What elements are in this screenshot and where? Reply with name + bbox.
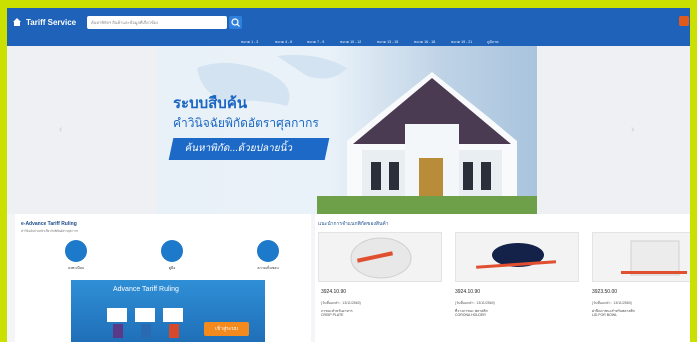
document-icon[interactable] (65, 240, 87, 262)
nav-item[interactable]: หมวด 1 - 3 (241, 39, 258, 45)
book-icon[interactable] (161, 240, 183, 262)
tariff-code[interactable]: 3923.50.00 (592, 289, 617, 295)
brand-logo[interactable]: Tariff Service (12, 15, 76, 29)
ruling-date: (วันที่ออกคำ : 13/11/2560) (592, 301, 632, 305)
panel-title: แนะนำการจำแนกพิกัดของสินค้า (318, 221, 389, 227)
icon-label: ความเห็นชอบ (257, 266, 279, 270)
promo-title: Advance Tariff Ruling (113, 286, 179, 293)
nav-item[interactable]: หมวด 19 - 21 (451, 39, 472, 45)
home-icon (13, 18, 21, 26)
tariff-code[interactable]: 3924.10.90 (321, 289, 346, 295)
search-button[interactable] (229, 16, 242, 29)
eatr-panel: e-Advance Tariff Ruling คำวินิจฉัยล่วงหน… (15, 214, 311, 342)
prev-arrow-icon[interactable]: ‹ (59, 124, 62, 135)
panel-title: e-Advance Tariff Ruling (21, 221, 77, 227)
nav-item[interactable]: หมวด 10 - 12 (340, 39, 361, 45)
advance-ruling-promo[interactable]: Advance Tariff Ruling เข้าสู่ระบบ (71, 280, 265, 342)
check-icon[interactable] (257, 240, 279, 262)
search-icon (231, 18, 240, 27)
product-name-en: LID FOR BOWL (592, 313, 618, 317)
holder-icon (476, 243, 557, 269)
icon-label: ลงทะเบียน (68, 266, 84, 270)
banner-subtitle: คำวินิจฉัยพิกัดอัตราศุลกากร (173, 116, 319, 130)
brand-name: Tariff Service (26, 17, 77, 27)
tariff-code[interactable]: 3924.10.90 (455, 289, 480, 295)
banner-title: ระบบสืบค้น (173, 95, 248, 112)
hero-carousel: ‹ › ระบบสืบค้น คำวินิจฉัยพิกัดอัตราศุลกา… (7, 46, 690, 214)
nav-item[interactable]: หมวด 13 - 15 (377, 39, 398, 45)
product-image[interactable] (318, 232, 442, 282)
plate-icon (350, 237, 412, 279)
product-image[interactable] (455, 232, 579, 282)
search-input[interactable]: ค้นหาพิกัดฯ สินค้าและข้อมูลที่เกี่ยวข้อง (87, 16, 227, 29)
banner-tagline: ค้นหาพิกัด...ด้วยปลายนิ้ว (168, 138, 330, 160)
user-icon[interactable] (679, 16, 689, 26)
hero-banner[interactable]: ระบบสืบค้น คำวินิจฉัยพิกัดอัตราศุลกากร ค… (157, 46, 537, 214)
lid-icon (621, 240, 687, 276)
ruling-date: (วันที่ออกคำ : 13/11/2560) (321, 301, 361, 305)
top-bar: Tariff Service ค้นหาพิกัดฯ สินค้าและข้อม… (7, 8, 690, 36)
login-button[interactable]: เข้าสู่ระบบ (204, 322, 249, 336)
product-name-en: CORONA HOLDER (455, 313, 486, 317)
building-icon (317, 72, 537, 214)
recommendation-panel: แนะนำการจำแนกพิกัดของสินค้า 3924.10.90 (… (315, 214, 690, 342)
nav-item[interactable]: หมวด 4 - 6 (275, 39, 292, 45)
next-arrow-icon[interactable]: › (631, 124, 634, 135)
product-image[interactable] (592, 232, 690, 282)
category-nav: หมวด 1 - 3 หมวด 4 - 6 หมวด 7 - 9 หมวด 10… (7, 36, 690, 46)
product-name-en: CRISP PLATE (321, 313, 344, 317)
ruling-date: (วันที่ออกคำ : 13/11/2560) (455, 301, 495, 305)
nav-item[interactable]: หมวด 7 - 9 (307, 39, 324, 45)
nav-item[interactable]: หมวด 16 - 18 (414, 39, 435, 45)
panel-description: คำวินิจฉัยล่วงหน้าเกี่ยวกับพิกัดอัตราศุล… (21, 229, 79, 233)
browser-page: Tariff Service ค้นหาพิกัดฯ สินค้าและข้อม… (7, 8, 690, 342)
icon-label: คู่มือ (168, 266, 176, 270)
nav-item[interactable]: ภูมิภาค (487, 39, 499, 45)
